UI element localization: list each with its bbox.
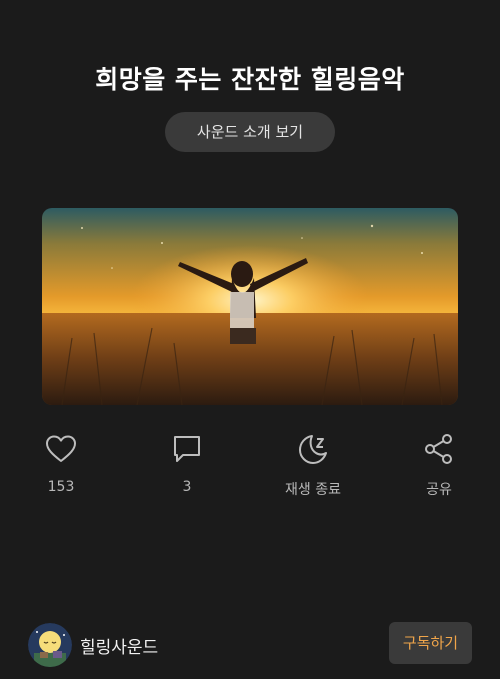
sound-detail-page: 희망을 주는 잔잔한 힐링음악 사운드 소개 보기 153 3 재생 종료 공유… xyxy=(0,0,500,679)
cover-image xyxy=(42,208,458,405)
channel-bar: 힐링사운드 구독하기 xyxy=(0,620,500,670)
page-title: 희망을 주는 잔잔한 힐링음악 xyxy=(95,65,405,94)
like-count: 153 xyxy=(47,479,75,495)
channel-avatar[interactable] xyxy=(28,623,72,667)
share-button[interactable]: 공유 xyxy=(389,432,489,499)
sound-intro-button[interactable]: 사운드 소개 보기 xyxy=(165,112,335,152)
heart-icon xyxy=(46,435,76,462)
sunset-field-photo xyxy=(42,208,458,405)
share-icon xyxy=(425,434,452,464)
channel-name[interactable]: 힐링사운드 xyxy=(80,633,158,658)
like-button[interactable]: 153 xyxy=(11,432,111,495)
comment-button[interactable]: 3 xyxy=(137,432,237,495)
comment-count: 3 xyxy=(182,479,192,495)
share-label: 공유 xyxy=(426,482,452,498)
sleep-timer-moon-icon xyxy=(299,435,327,464)
avatar-illustration xyxy=(28,623,72,667)
sleep-timer-button[interactable]: 재생 종료 xyxy=(263,432,363,499)
sleep-timer-label: 재생 종료 xyxy=(285,482,341,498)
action-bar: 153 3 재생 종료 공유 xyxy=(0,432,500,502)
comment-icon xyxy=(174,436,200,462)
subscribe-button[interactable]: 구독하기 xyxy=(389,622,472,664)
